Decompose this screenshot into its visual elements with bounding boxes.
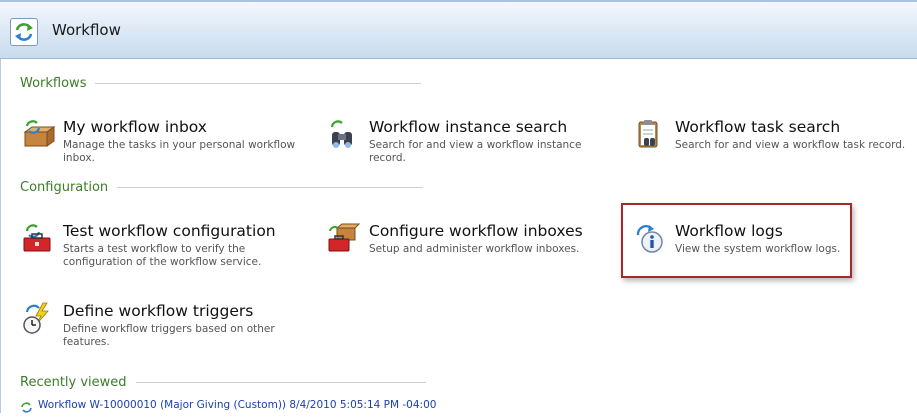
task-description: Manage the tasks in your personal workfl…: [63, 139, 296, 164]
section-divider: [117, 186, 424, 188]
configure-inbox-icon: [327, 222, 361, 256]
task-title[interactable]: Test workflow configuration: [63, 222, 276, 240]
task-description: Setup and administer workflow inboxes.: [369, 243, 580, 255]
section-divider: [135, 381, 426, 383]
workflow-icon: [10, 18, 38, 46]
inbox-icon: [21, 118, 56, 152]
task-description: Search for and view a workflow instance …: [369, 139, 582, 164]
section-workflows: Workflows: [20, 75, 422, 91]
task-title[interactable]: Workflow task search: [675, 118, 840, 136]
task-test-workflow-configuration[interactable]: Test workflow configuration Starts a tes…: [21, 222, 311, 272]
page-header: Workflow: [0, 0, 917, 59]
workflow-small-icon: [20, 399, 33, 413]
task-my-workflow-inbox[interactable]: My workflow inbox Manage the tasks in yo…: [21, 118, 311, 168]
task-title[interactable]: Workflow logs: [675, 222, 783, 240]
clipboard-icon: [633, 118, 667, 152]
task-description: View the system workflow logs.: [675, 243, 841, 255]
task-define-workflow-triggers[interactable]: Define workflow triggers Define workflow…: [21, 302, 311, 352]
task-workflow-logs[interactable]: Workflow logs View the system workflow l…: [633, 222, 917, 272]
info-icon: [633, 222, 667, 256]
left-border: [0, 59, 1, 413]
page-title: Workflow: [52, 21, 121, 39]
section-recently-viewed: Recently viewed: [20, 374, 426, 390]
section-configuration: Configuration: [20, 179, 424, 195]
task-title[interactable]: Workflow instance search: [369, 118, 567, 136]
section-label-workflows: Workflows: [20, 75, 87, 91]
recent-item[interactable]: Workflow W-10000010 (Major Giving (Custo…: [20, 398, 436, 413]
lightning-clock-icon: [21, 302, 55, 336]
task-workflow-task-search[interactable]: Workflow task search Search for and view…: [633, 118, 917, 168]
task-description: Search for and view a workflow task reco…: [675, 139, 906, 151]
task-title[interactable]: Define workflow triggers: [63, 302, 253, 320]
task-title[interactable]: Configure workflow inboxes: [369, 222, 583, 240]
task-configure-workflow-inboxes[interactable]: Configure workflow inboxes Setup and adm…: [327, 222, 617, 272]
task-description: Starts a test workflow to verify the con…: [63, 243, 262, 268]
section-label-recent: Recently viewed: [20, 374, 127, 390]
section-divider: [95, 82, 422, 84]
toolbox-icon: [21, 222, 55, 256]
binoculars-icon: [327, 118, 361, 152]
task-description: Define workflow triggers based on other …: [63, 323, 275, 348]
recent-item-link[interactable]: Workflow W-10000010 (Major Giving (Custo…: [38, 399, 436, 411]
section-label-configuration: Configuration: [20, 179, 109, 195]
task-title[interactable]: My workflow inbox: [63, 118, 207, 136]
task-workflow-instance-search[interactable]: Workflow instance search Search for and …: [327, 118, 617, 168]
